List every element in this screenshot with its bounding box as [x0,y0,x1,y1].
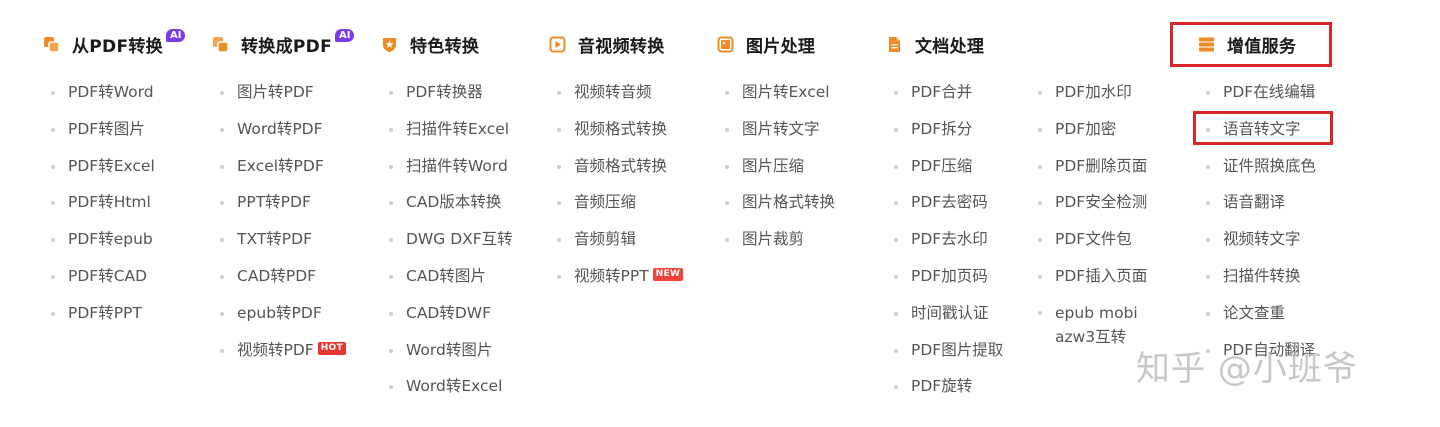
pdf-convert-icon [43,36,60,53]
menu-item-pdf-to-ppt[interactable]: PDF转PPT [51,295,155,332]
menu-item-scan-convert[interactable]: 扫描件转换 [1206,258,1316,295]
menu-item-cad-version[interactable]: CAD版本转换 [389,184,513,221]
menu-item-image-to-pdf[interactable]: 图片转PDF [220,74,346,111]
shield-star-icon [381,36,398,53]
menu-item-pdf-to-image[interactable]: PDF转图片 [51,111,155,148]
ai-badge: AI [334,28,355,42]
menu-item-pdf-converter[interactable]: PDF转换器 [389,74,513,111]
menu-item-pdf-add-watermark[interactable]: PDF加水印 [1038,74,1165,111]
menu-list: PDF合并 PDF拆分 PDF压缩 PDF去密码 PDF去水印 PDF加页码 时… [894,74,1003,405]
menu-item-audio-compress[interactable]: 音频压缩 [557,184,683,221]
menu-item-word-to-excel[interactable]: Word转Excel [389,368,513,405]
column-title: 文档处理 [915,36,985,57]
column-header-featured[interactable]: 特色转换 [381,30,479,58]
video-icon [549,36,566,53]
menu-list: PDF在线编辑 语音转文字 证件照换底色 语音翻译 视频转文字 扫描件转换 论文… [1206,74,1316,368]
menu-item-dwg-dxf[interactable]: DWG DXF互转 [389,221,513,258]
menu-item-pdf-extract-images[interactable]: PDF图片提取 [894,332,1003,369]
menu-item-scan-to-excel[interactable]: 扫描件转Excel [389,111,513,148]
menu-item-pdf-to-excel[interactable]: PDF转Excel [51,148,155,185]
menu-item-pdf-online-edit[interactable]: PDF在线编辑 [1206,74,1316,111]
menu-list: 图片转PDF Word转PDF Excel转PDF PPT转PDF TXT转PD… [220,74,346,369]
menu-item-timestamp[interactable]: 时间戳认证 [894,295,1003,332]
image-icon [717,36,734,53]
menu-item-pdf-remove-password[interactable]: PDF去密码 [894,184,1003,221]
menu-item-video-to-audio[interactable]: 视频转音频 [557,74,683,111]
menu-item-txt-to-pdf[interactable]: TXT转PDF [220,221,346,258]
menu-item-audio-edit[interactable]: 音频剪辑 [557,221,683,258]
menu-item-pdf-to-word[interactable]: PDF转Word [51,74,155,111]
menu-item-audio-format[interactable]: 音频格式转换 [557,148,683,185]
document-icon [886,36,903,53]
menu-item-word-to-image[interactable]: Word转图片 [389,332,513,369]
menu-item-cad-to-dwf[interactable]: CAD转DWF [389,295,513,332]
menu-item-image-crop[interactable]: 图片裁剪 [725,221,835,258]
server-stack-icon [1198,36,1215,53]
menu-item-ppt-to-pdf[interactable]: PPT转PDF [220,184,346,221]
column-header-services[interactable]: 增值服务 [1198,30,1296,58]
menu-item-speech-translate[interactable]: 语音翻译 [1206,184,1316,221]
menu-list: 图片转Excel 图片转文字 图片压缩 图片格式转换 图片裁剪 [725,74,835,258]
menu-item-pdf-page-number[interactable]: PDF加页码 [894,258,1003,295]
menu-item-pdf-to-html[interactable]: PDF转Html [51,184,155,221]
to-pdf-icon [212,36,229,53]
menu-item-image-to-text[interactable]: 图片转文字 [725,111,835,148]
menu-item-cad-to-image[interactable]: CAD转图片 [389,258,513,295]
menu-item-pdf-to-epub[interactable]: PDF转epub [51,221,155,258]
menu-item-pdf-insert-pages[interactable]: PDF插入页面 [1038,258,1165,295]
column-title: 图片处理 [746,36,816,57]
column-title: 转换成PDF [241,36,332,57]
menu-item-pdf-merge[interactable]: PDF合并 [894,74,1003,111]
menu-list: PDF转Word PDF转图片 PDF转Excel PDF转Html PDF转e… [51,74,155,332]
menu-item-video-format[interactable]: 视频格式转换 [557,111,683,148]
menu-item-thesis-check[interactable]: 论文查重 [1206,295,1316,332]
menu-item-image-compress[interactable]: 图片压缩 [725,148,835,185]
menu-item-pdf-delete-pages[interactable]: PDF删除页面 [1038,148,1165,185]
column-title: 从PDF转换 [72,36,163,57]
menu-item-pdf-split[interactable]: PDF拆分 [894,111,1003,148]
ai-badge: AI [165,28,186,42]
watermark: 知乎 @小班爷 [1136,349,1358,389]
menu-item-pdf-encrypt[interactable]: PDF加密 [1038,111,1165,148]
column-title: 特色转换 [410,36,480,57]
column-title: 增值服务 [1227,36,1297,57]
hot-badge: HOT [317,341,346,355]
menu-item-cad-to-pdf[interactable]: CAD转PDF [220,258,346,295]
menu-item-image-to-excel[interactable]: 图片转Excel [725,74,835,111]
menu-item-excel-to-pdf[interactable]: Excel转PDF [220,148,346,185]
menu-list: 视频转音频 视频格式转换 音频格式转换 音频压缩 音频剪辑 视频转PPT NEW [557,74,684,295]
new-badge: NEW [652,267,684,281]
menu-item-pdf-security-check[interactable]: PDF安全检测 [1038,184,1165,221]
menu-item-pdf-compress[interactable]: PDF压缩 [894,148,1003,185]
menu-list-secondary: PDF加水印 PDF加密 PDF删除页面 PDF安全检测 PDF文件包 PDF插… [1038,74,1165,349]
column-header-to-pdf[interactable]: 转换成PDF AI [212,28,355,58]
column-header-document[interactable]: 文档处理 [886,30,984,58]
menu-item-speech-to-text[interactable]: 语音转文字 [1206,111,1316,148]
menu-item-pdf-rotate[interactable]: PDF旋转 [894,368,1003,405]
menu-item-scan-to-word[interactable]: 扫描件转Word [389,148,513,185]
menu-item-video-to-pdf[interactable]: 视频转PDF HOT [220,332,346,369]
column-header-av[interactable]: 音视频转换 [549,30,665,58]
menu-item-image-format[interactable]: 图片格式转换 [725,184,835,221]
column-title: 音视频转换 [578,36,665,57]
menu-item-pdf-to-cad[interactable]: PDF转CAD [51,258,155,295]
menu-list: PDF转换器 扫描件转Excel 扫描件转Word CAD版本转换 DWG DX… [389,74,513,405]
menu-item-id-photo-background[interactable]: 证件照换底色 [1206,148,1316,185]
menu-item-pdf-remove-watermark[interactable]: PDF去水印 [894,221,1003,258]
menu-item-epub-to-pdf[interactable]: epub转PDF [220,295,346,332]
column-header-image[interactable]: 图片处理 [717,30,815,58]
column-header-from-pdf[interactable]: 从PDF转换 AI [43,28,186,58]
menu-item-video-to-ppt[interactable]: 视频转PPT NEW [557,258,684,295]
menu-item-pdf-portfolio[interactable]: PDF文件包 [1038,221,1165,258]
menu-item-video-to-text[interactable]: 视频转文字 [1206,221,1316,258]
menu-item-word-to-pdf[interactable]: Word转PDF [220,111,346,148]
